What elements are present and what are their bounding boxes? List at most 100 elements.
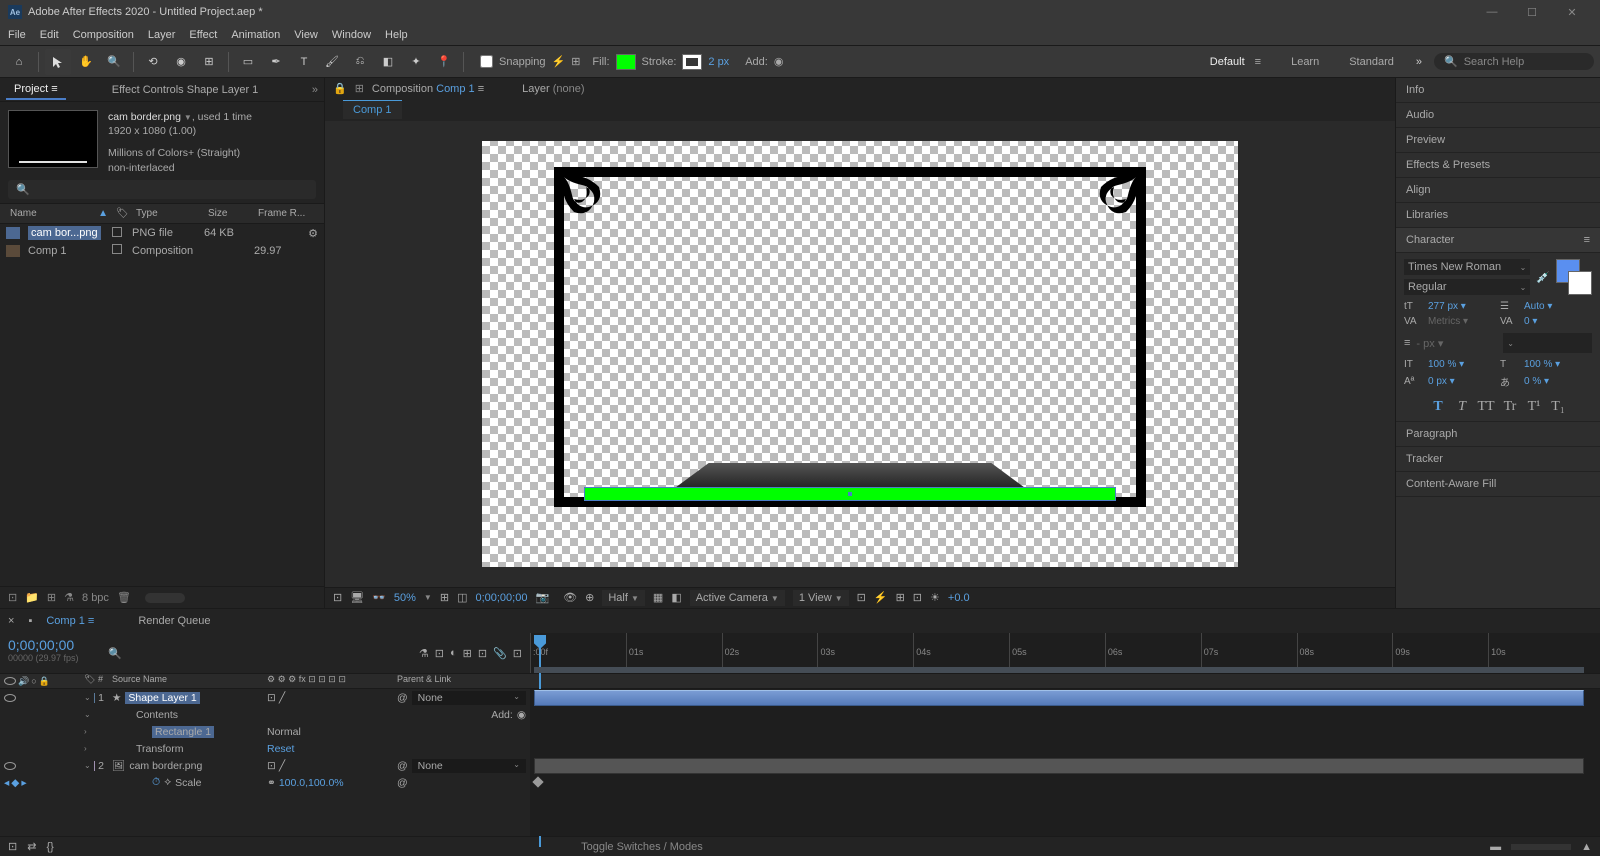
pan-behind-tool-icon[interactable]: ◉ [168,49,194,75]
label-swatch[interactable] [112,227,122,237]
constrain-link-icon[interactable]: ⚭ [267,777,276,789]
superscript-button[interactable]: T¹ [1525,399,1543,415]
work-area[interactable] [534,667,1584,673]
exposure-value[interactable]: +0.0 [948,592,970,604]
col-label-icon[interactable]: 🏷 [112,206,132,221]
bold-button[interactable]: T [1429,399,1447,415]
workspace-standard[interactable]: Standard [1349,56,1394,68]
type-tool-icon[interactable]: T [291,49,317,75]
selection-tool-icon[interactable] [45,49,71,75]
visibility-toggle[interactable] [4,762,16,770]
layer-rectangle[interactable]: › Rectangle 1 Normal [0,723,530,740]
time-ruler[interactable]: :00f 01s 02s 03s 04s 05s 06s 07s 08s 09s… [530,633,1600,673]
project-search[interactable]: 🔍 [8,180,316,199]
next-key-icon[interactable]: ▸ [21,777,26,789]
constrain-icon[interactable]: ⟡ [164,776,171,789]
col-framerate[interactable]: Frame R... [254,206,318,221]
parent-select[interactable]: None⌄ [412,691,526,705]
3d-icon[interactable]: ◧ [671,591,681,604]
label-color[interactable] [94,693,95,703]
pen-tool-icon[interactable]: ✒ [263,49,289,75]
pixel-aspect-icon[interactable]: ⊡ [857,591,866,604]
add-shape-icon[interactable]: ◉ [517,709,526,721]
show-snapshot-icon[interactable]: 👁 [563,591,577,604]
orbit-tool-icon[interactable]: ⟲ [140,49,166,75]
align-panel[interactable]: Align [1396,178,1600,203]
composition-viewer[interactable] [325,121,1395,587]
toggle-switches-button[interactable]: Toggle Switches / Modes [581,841,703,853]
timecode[interactable]: 0;00;00;00 00000 (29.97 fps) [0,633,100,673]
reset-link[interactable]: Reset [267,743,294,755]
smallcaps-button[interactable]: Tr [1501,399,1519,415]
twirl-icon[interactable]: › [84,744,87,753]
timeline-search[interactable]: 🔍 [100,633,411,673]
content-aware-fill-panel[interactable]: Content-Aware Fill [1396,472,1600,497]
col-type[interactable]: Type [132,206,204,221]
interpret-icon[interactable]: ⊡ [8,591,17,604]
timeline-icon[interactable]: ⊞ [896,591,905,604]
layer-row[interactable]: ⌄1 ★Shape Layer 1 ⊡╱ @None⌄ [0,689,530,706]
keyframe-icon[interactable] [532,776,543,787]
snapshot-icon[interactable]: 📷 [535,591,549,604]
clone-tool-icon[interactable]: ⎌ [347,49,373,75]
resolution-select[interactable]: Half ▼ [602,590,645,606]
project-tab[interactable]: Project ≡ [6,80,66,100]
brace-icon[interactable]: {} [46,841,53,853]
flowchart-icon[interactable]: ⊞ [355,82,364,95]
hscale[interactable]: 100 % ▾ [1524,359,1592,370]
workspace-default[interactable]: Default [1210,56,1245,68]
col-size[interactable]: Size [204,206,254,221]
keyframe-icon[interactable]: ◆ [11,777,19,789]
tracking[interactable]: 0 ▾ [1524,316,1592,327]
twirl-icon[interactable]: › [84,727,87,736]
zoom-slider[interactable] [1511,844,1571,850]
snapping-checkbox[interactable] [480,55,493,68]
stopwatch-icon[interactable]: ⏱ [152,776,160,789]
search-help[interactable]: 🔍 Search Help [1434,53,1594,70]
stroke-swatch[interactable] [682,54,702,70]
roi-icon[interactable]: ◫ [457,591,467,604]
audio-panel[interactable]: Audio [1396,103,1600,128]
font-size[interactable]: 277 px ▾ [1428,301,1496,312]
twirl-icon[interactable]: ⌄ [84,761,91,770]
menu-help[interactable]: Help [385,29,408,41]
snap-opt-icon[interactable]: ⚡ [552,55,566,68]
rectangle-tool-icon[interactable]: ▭ [235,49,261,75]
prev-key-icon[interactable]: ◂ [4,777,9,789]
track-tool-icon[interactable]: ⊞ [196,49,222,75]
timeline-tracks[interactable] [530,689,1600,836]
home-icon[interactable]: ⌂ [6,49,32,75]
shape-layer-rectangle[interactable] [584,487,1116,501]
font-family-select[interactable]: Times New Roman⌄ [1404,259,1530,275]
pickwhip-icon[interactable]: @ [397,777,408,789]
layer-scale[interactable]: ◂◆▸ ⏱ ⟡ Scale ⚭ 100.0,100.0% @ [0,774,530,791]
menu-layer[interactable]: Layer [148,29,176,41]
minimize-button[interactable]: — [1472,6,1512,18]
camera-select[interactable]: Active Camera ▼ [690,590,785,606]
workspace-menu-icon[interactable]: ≡ [1255,56,1261,68]
layer-transform[interactable]: › Transform Reset [0,740,530,757]
effect-controls-tab[interactable]: Effect Controls Shape Layer 1 [104,81,267,99]
parent-select[interactable]: None⌄ [412,759,526,773]
twirl-icon[interactable]: ⌄ [84,693,91,702]
settings-icon[interactable]: ⚗ [64,591,74,604]
display-icon[interactable]: 🖥 [350,591,364,604]
menu-view[interactable]: View [294,29,318,41]
layer-bar[interactable] [534,690,1584,706]
eraser-tool-icon[interactable]: ◧ [375,49,401,75]
layer-row[interactable]: ⌄2 🖼cam border.png ⊡╱ @None⌄ [0,757,530,774]
project-item[interactable]: Comp 1 Composition 29.97 [0,242,324,259]
tsume[interactable]: 0 % ▾ [1524,376,1592,387]
workspace-learn[interactable]: Learn [1291,56,1319,68]
stroke-width[interactable]: - px ▾ [1416,337,1497,350]
text-color-swatches[interactable] [1556,259,1592,295]
zoom-level[interactable]: 50% [394,592,416,604]
leading[interactable]: Auto ▾ [1524,301,1592,312]
expand-icon[interactable]: ⊡ [8,840,17,853]
close-button[interactable]: ✕ [1552,6,1592,19]
layer-contents[interactable]: ⌄ Contents Add: ◉ [0,706,530,723]
bpc-label[interactable]: 8 bpc [82,592,109,604]
magnify-icon[interactable]: ⊡ [333,591,342,604]
add-button-icon[interactable]: ◉ [774,55,784,68]
playhead[interactable] [534,635,546,671]
